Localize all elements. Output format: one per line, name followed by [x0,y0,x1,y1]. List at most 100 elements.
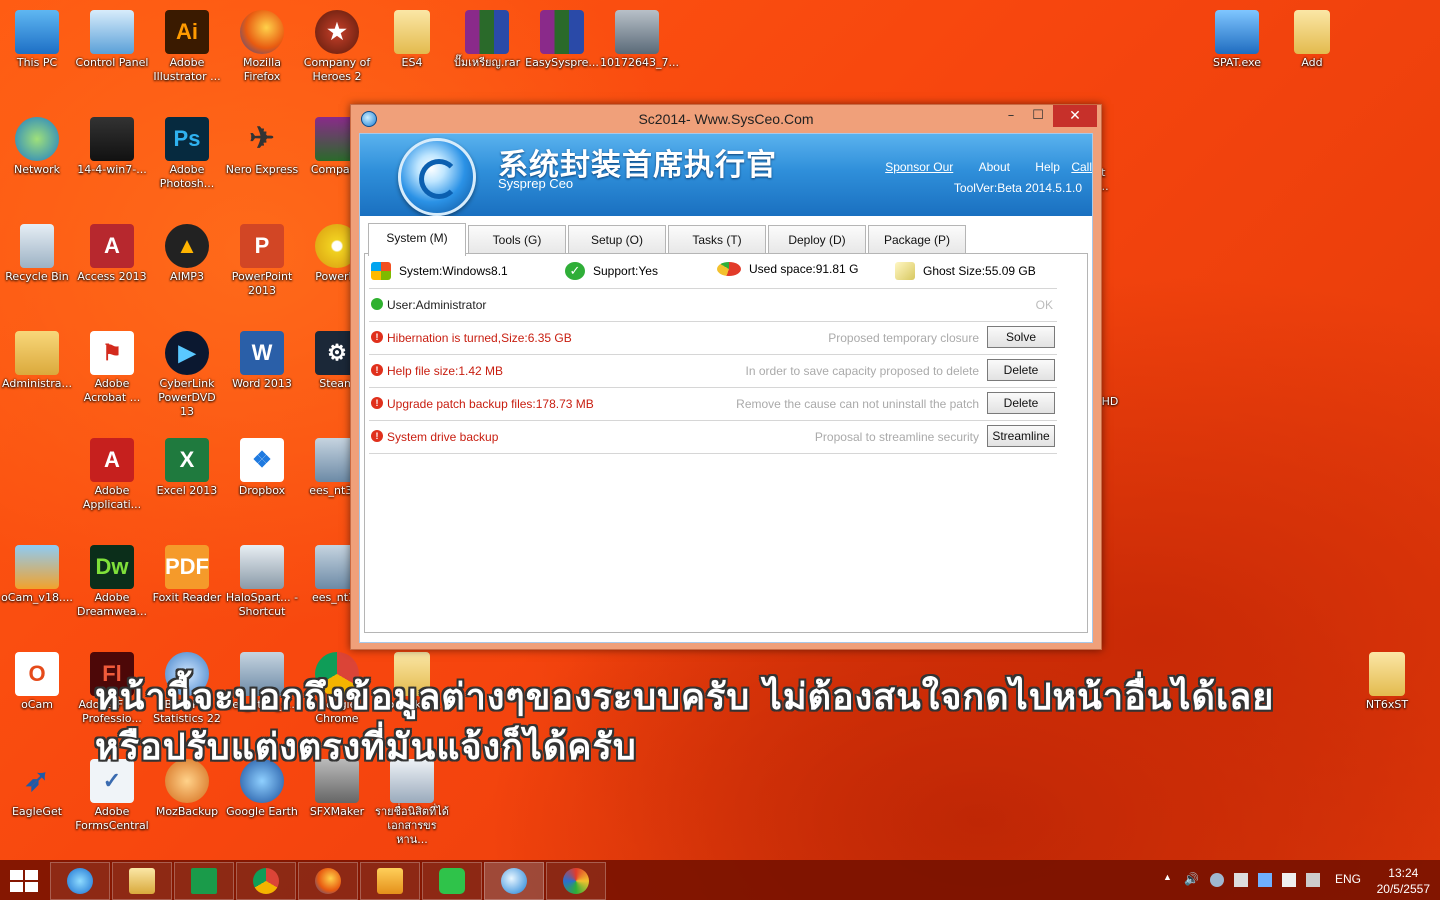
input-language[interactable]: ENG [1335,872,1361,886]
check-row-hibernation: ! Hibernation is turned,Size:6.35 GB Pro… [369,321,1057,355]
tab-package[interactable]: Package (P) [868,225,966,254]
desktop-icon-label: รายชื่อนิสิตที่ได้ เอกสารขรหาน... [375,805,449,846]
archive-icon [465,10,509,54]
check-row-text: User:Administrator [387,298,487,312]
sponsor-link[interactable]: Sponsor Our [885,160,953,174]
maximize-button[interactable]: ☐ [1023,105,1053,127]
desktop-icon-aimp3[interactable]: ▲ AIMP3 [150,220,224,284]
tray-flag-icon[interactable] [1282,873,1296,887]
desktop-icon-img-10172643[interactable]: 10172643_7... [600,6,679,70]
desktop-icon-powerpoint-2013[interactable]: P PowerPoint 2013 [225,220,299,298]
globe-icon [15,117,59,161]
desktop-icon-excel-2013[interactable]: X Excel 2013 [150,434,224,498]
desktop-icon-label: oCam_v18.... [1,591,73,604]
photoshop-icon: Ps [165,117,209,161]
desktop-icon-foxit-reader[interactable]: PDF Foxit Reader [150,541,224,605]
start-button[interactable] [10,870,38,892]
solve-button[interactable]: Solve [987,326,1055,348]
tab-tasks[interactable]: Tasks (T) [668,225,766,254]
desktop-icon-ocam[interactable]: O oCam [0,648,74,712]
desktop-icon-administrator[interactable]: Administra... [0,327,74,391]
desktop-icon-mozilla-firefox[interactable]: Mozilla Firefox [225,6,299,84]
minimize-button[interactable]: – [996,105,1026,127]
tab-tools[interactable]: Tools (G) [468,225,566,254]
window-titlebar[interactable]: Sc2014- Www.SysCeo.Com – ☐ ✕ [351,105,1101,133]
desktop-icon-label: Mozilla Firefox [243,56,281,83]
desktop-icon-nt6xst[interactable]: NT6xST [1350,648,1424,712]
desktop-icon-easysyspre[interactable]: EasySyspre... [525,6,599,70]
help-link[interactable]: Help [1035,160,1060,174]
check-icon: ✓ [565,262,585,280]
taskbar-paint[interactable] [546,862,606,900]
taskbar-store[interactable] [174,862,234,900]
desktop-icon-label: MozBackup [155,805,219,818]
desktop-icon-es4[interactable]: ES4 [375,6,449,70]
desktop-icon-adobe-illustrator[interactable]: Ai Adobe Illustrator ... [150,6,224,84]
desktop-icon-control-panel[interactable]: Control Panel [75,6,149,70]
tray-network-icon[interactable] [1234,873,1248,887]
tray-monitor-icon[interactable] [1306,873,1320,887]
desktop-icon-nero-express[interactable]: ✈ Nero Express [225,113,299,177]
streamline-button[interactable]: Streamline [987,425,1055,447]
desktop-icon-label: Dropbox [238,484,286,497]
desktop-icon-adobe-dreamweaver[interactable]: Dw Adobe Dreamwea... [75,541,149,619]
taskbar-explorer[interactable] [112,862,172,900]
taskbar-line[interactable] [422,862,482,900]
aimp-icon: ▲ [165,224,209,268]
clock[interactable]: 13:24 20/5/2557 [1377,865,1430,897]
desktop-icon-label: Excel 2013 [156,484,218,497]
check-row-text: Hibernation is turned,Size:6.35 GB [387,331,572,345]
taskbar-files[interactable] [360,862,420,900]
windows-logo-icon [371,262,391,280]
tool-version: ToolVer:Beta 2014.5.1.0 [953,181,1082,195]
tab-system[interactable]: System (M) [368,223,466,256]
desktop-icon-adobe-application[interactable]: A Adobe Applicati... [75,434,149,512]
folder-icon [1369,652,1405,696]
volume-icon[interactable]: 🔊 [1184,872,1199,886]
taskbar-firefox[interactable] [298,862,358,900]
desktop-icon-company-of-heroes-2[interactable]: ★ Company of Heroes 2 [300,6,374,84]
delete-help-button[interactable]: Delete [987,359,1055,381]
desktop-icon-word-2013[interactable]: W Word 2013 [225,327,299,391]
powerpoint-icon: P [240,224,284,268]
play-icon: ▶ [165,331,209,375]
desktop-icon-eagleget[interactable]: ➶ EagleGet [0,755,74,819]
desktop-icon-recycle-bin[interactable]: Recycle Bin [0,220,74,284]
dreamweaver-icon: Dw [90,545,134,589]
star-icon: ★ [315,10,359,54]
about-link[interactable]: About [979,160,1010,174]
close-button[interactable]: ✕ [1053,105,1097,127]
tab-deploy[interactable]: Deploy (D) [768,225,866,254]
windows-logo-icon [25,882,38,892]
desktop-icon-label: Network [14,163,60,176]
desktop-icon-label: Administra... [2,377,72,390]
desktop-icon-network[interactable]: Network [0,113,74,177]
desktop-icon-cyberlink[interactable]: ▶ CyberLink PowerDVD 13 [150,327,224,419]
desktop-icon-label: 10172643_7... [600,56,679,69]
delete-patch-button[interactable]: Delete [987,392,1055,414]
desktop-icon-adobe-photoshop[interactable]: Ps Adobe Photosh... [150,113,224,191]
tray-dropbox-icon[interactable] [1258,873,1272,887]
tray-app-icon[interactable] [1210,873,1224,887]
taskbar-ie[interactable] [50,862,110,900]
desktop-icon-this-pc[interactable]: This PC [0,6,74,70]
desktop-icon-halospartan[interactable]: HaloSpart... - Shortcut [225,541,299,619]
desktop-icon-add-folder[interactable]: Add [1275,6,1349,70]
used-space: Used space:91.81 G [717,262,858,276]
taskbar-chrome[interactable] [236,862,296,900]
desktop-icon-access-2013[interactable]: A Access 2013 [75,220,149,284]
call-link[interactable]: Call [1071,160,1092,174]
tray-overflow-icon[interactable]: ▲ [1163,872,1172,882]
used-space-text: Used space:91.81 G [749,262,859,276]
paint-icon [563,868,589,894]
banner-en-title: Sysprep Ceo [498,176,574,191]
desktop-icon-spat-exe[interactable]: SPAT.exe [1200,6,1274,70]
taskbar-sc2014[interactable] [484,862,544,900]
desktop-icon-dropbox[interactable]: ❖ Dropbox [225,434,299,498]
desktop-icon-ocam-v18[interactable]: oCam_v18.... [0,541,74,605]
tab-setup[interactable]: Setup (O) [568,225,666,254]
desktop-icon-adobe-acrobat[interactable]: ⚑ Adobe Acrobat ... [75,327,149,405]
desktop-icon-rar-file[interactable]: ปั๊มเหรียญ.rar [450,6,524,70]
desktop-icon-win7[interactable]: 14-4-win7-... [75,113,149,177]
desktop-icon-label: PowerPoint 2013 [231,270,293,297]
